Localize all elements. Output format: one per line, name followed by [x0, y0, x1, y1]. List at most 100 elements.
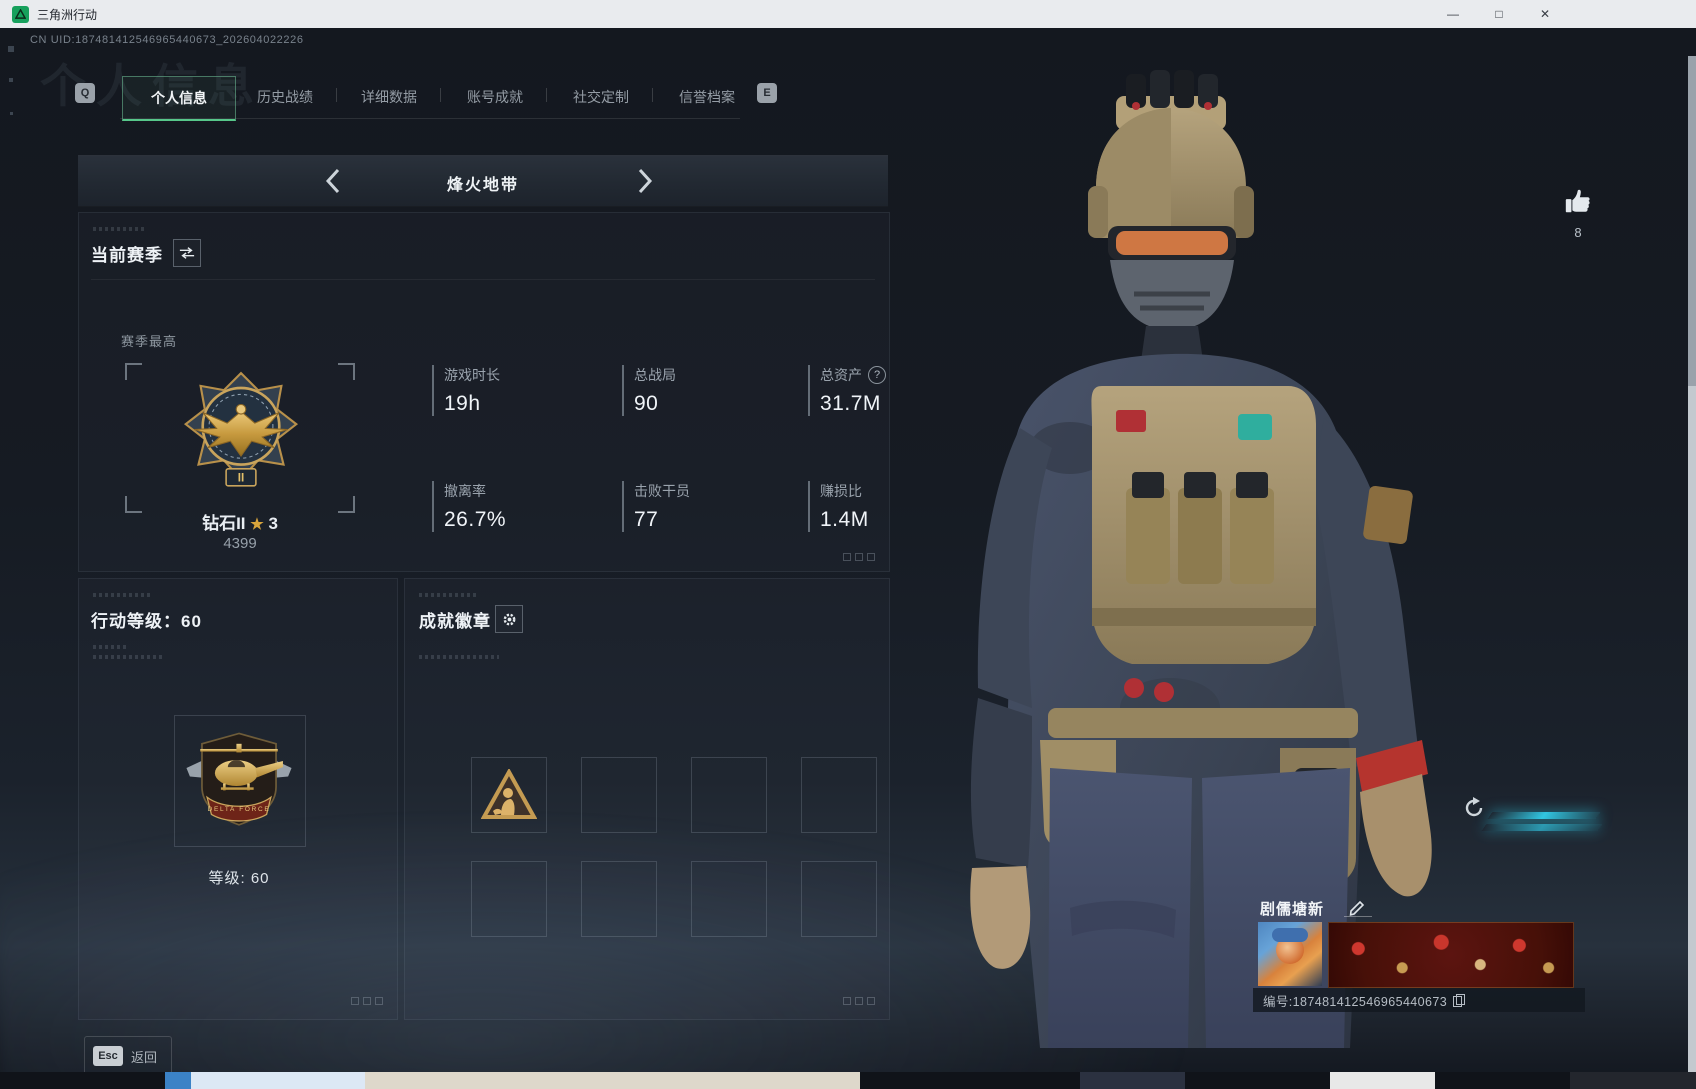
window-titlebar: 三角洲行动 — □ ✕ — [0, 0, 1696, 28]
stat-label: 总战局 — [634, 367, 676, 383]
background-window-sliver[interactable] — [1330, 1072, 1435, 1089]
stat-value: 26.7% — [444, 508, 507, 531]
edge-tick — [8, 46, 14, 52]
rank-badge-diamond: II — [183, 371, 299, 487]
panel-corner-decor — [351, 997, 383, 1005]
player-avatar[interactable] — [1258, 922, 1322, 986]
key-hint-e: E — [757, 83, 777, 103]
rank-star-count: 3 — [268, 514, 278, 533]
maximize-button[interactable]: □ — [1476, 0, 1522, 28]
tab-personal-info[interactable]: 个人信息 — [122, 76, 236, 121]
character-model — [970, 70, 1432, 1049]
decor-microtext — [419, 655, 499, 659]
rank-tier-numeral: II — [238, 472, 245, 485]
tab-separator — [546, 88, 547, 102]
back-button[interactable]: Esc 返回 — [84, 1036, 172, 1076]
decor-microtext — [93, 645, 129, 649]
rank-name-line: 钻石II ★ 3 — [125, 509, 355, 534]
close-button[interactable]: ✕ — [1522, 0, 1568, 28]
season-best-label: 赛季最高 — [121, 334, 178, 349]
stat-play-time: 游戏时长 19h — [432, 365, 604, 416]
tab-reputation[interactable]: 信誉档案 — [662, 76, 752, 118]
level-badge-helicopter: DELTA FORCE — [186, 732, 292, 826]
minimize-button[interactable]: — — [1430, 0, 1476, 28]
stat-total-matches: 总战局 90 — [622, 365, 794, 416]
likes-count: 8 — [1574, 225, 1582, 240]
achievement-badges-panel: 成就徽章 — [404, 578, 890, 1020]
thumbs-up-icon[interactable] — [1563, 186, 1593, 216]
badge-slot-empty[interactable] — [691, 861, 767, 937]
header-divider — [91, 279, 875, 280]
badge-slot-empty[interactable] — [801, 861, 877, 937]
background-window-sliver[interactable] — [1080, 1072, 1185, 1089]
window-title: 三角洲行动 — [37, 7, 98, 22]
stat-value: 77 — [634, 508, 659, 531]
stat-value: 19h — [444, 392, 481, 415]
badge-slot-filled[interactable] — [471, 757, 547, 833]
scrollbar-thumb[interactable] — [1688, 56, 1696, 386]
stat-label: 游戏时长 — [444, 367, 500, 383]
edge-tick — [9, 78, 13, 82]
rank-points: 4399 — [223, 535, 257, 552]
delta-app-icon — [12, 5, 29, 23]
edit-underline — [1344, 916, 1372, 917]
stat-operators-defeated: 击败干员 77 — [622, 481, 794, 532]
likes-widget: 8 — [1556, 186, 1600, 240]
level-caption: 等级: 60 — [208, 870, 270, 887]
decor-microtext — [419, 593, 479, 597]
esc-keycap: Esc — [93, 1046, 123, 1066]
glow-stripe — [1487, 812, 1601, 819]
current-season-header: 当前赛季 — [91, 246, 163, 265]
badge-slot-empty[interactable] — [581, 861, 657, 937]
badge-slot-empty[interactable] — [581, 757, 657, 833]
decor-microtext — [93, 227, 147, 231]
help-icon[interactable]: ? — [868, 366, 886, 384]
desktop-strip — [0, 1072, 1696, 1089]
player-name: 剧儒塘新 — [1260, 901, 1325, 918]
reload-icon[interactable] — [1462, 796, 1486, 820]
stat-value: 90 — [634, 392, 659, 415]
tab-account-achievements[interactable]: 账号成就 — [450, 76, 540, 118]
glow-stripe — [1481, 824, 1603, 831]
panel-corner-decor — [843, 997, 875, 1005]
player-id-bar: 编号:187481412546965440673 — [1253, 988, 1585, 1012]
stat-label: 撤离率 — [444, 483, 486, 499]
tab-separator — [440, 88, 441, 102]
season-selector: 烽火地带 — [78, 155, 888, 207]
panel-corner-decor — [843, 553, 875, 561]
game-area: 个人信息 CN UID:187481412546965440673_202604… — [0, 28, 1696, 1089]
stat-label: 击败干员 — [634, 483, 690, 499]
operation-level-panel: 行动等级：60 DELTA FORCE 等级: 60 — [78, 578, 398, 1020]
key-hint-q: Q — [75, 83, 95, 103]
badge-slot-empty[interactable] — [471, 861, 547, 937]
scrollbar[interactable] — [1688, 56, 1696, 1089]
rank-star-icon: ★ — [250, 516, 264, 533]
edit-pencil-icon[interactable] — [1348, 898, 1366, 916]
account-uid: CN UID:187481412546965440673_20260402222… — [30, 34, 304, 46]
season-swap-button[interactable] — [173, 239, 201, 267]
background-window-sliver[interactable] — [165, 1072, 365, 1089]
tab-detailed-stats[interactable]: 详细数据 — [344, 76, 434, 118]
stat-extraction-rate: 撤离率 26.7% — [432, 481, 604, 532]
badge-slot-empty[interactable] — [691, 757, 767, 833]
screen: 三角洲行动 — □ ✕ 个人信息 CN UID:1874814125469654… — [0, 0, 1696, 1089]
season-mode-title: 烽火地带 — [446, 177, 519, 194]
stat-label: 总资产 — [820, 367, 862, 383]
tab-social-customization[interactable]: 社交定制 — [556, 76, 646, 118]
edge-tick — [10, 112, 13, 115]
player-banner[interactable] — [1328, 922, 1574, 988]
back-label: 返回 — [131, 1049, 158, 1065]
decor-microtext — [93, 593, 153, 597]
badge-slot-empty[interactable] — [801, 757, 877, 833]
badge-settings-gear-button[interactable] — [495, 605, 523, 633]
level-ribbon-text: DELTA FORCE — [208, 806, 271, 813]
copy-id-icon[interactable] — [1453, 994, 1466, 1007]
tab-match-history[interactable]: 历史战绩 — [240, 76, 330, 118]
decor-microtext — [93, 655, 165, 659]
tab-separator — [336, 88, 337, 102]
next-season-arrow[interactable] — [630, 166, 660, 196]
background-window-sliver[interactable] — [365, 1072, 860, 1089]
background-window-sliver[interactable] — [1570, 1072, 1696, 1089]
achievement-badge-triangle — [481, 769, 537, 819]
operation-level-header: 行动等级：60 — [91, 612, 202, 631]
